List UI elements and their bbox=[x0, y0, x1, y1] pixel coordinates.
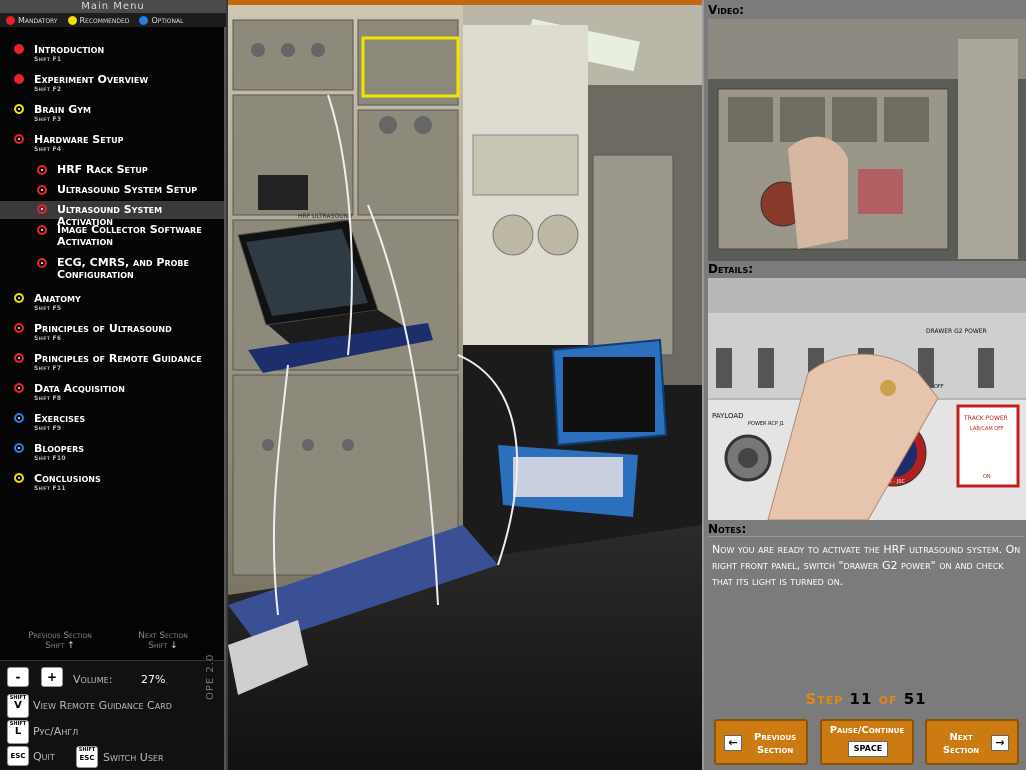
arrow-right-key-icon: → bbox=[991, 735, 1009, 751]
drawer-power-panel-photo: DRAWER G2 POWER PAYLOAD POWER RCP J1 NAS… bbox=[708, 278, 1026, 520]
next-section-button[interactable]: Next Section → bbox=[925, 719, 1019, 765]
switch-user-label[interactable]: Switch User bbox=[103, 751, 164, 764]
power-rcp-label: POWER RCP J1 bbox=[748, 421, 784, 427]
recommended-ring-icon bbox=[14, 104, 24, 114]
main-photo-area: HRF ULTRASOUND bbox=[228, 0, 702, 770]
previous-section-hint[interactable]: Previous Section Shift ↑ bbox=[10, 631, 110, 651]
next-section-hint[interactable]: Next Section Shift ↓ bbox=[113, 631, 213, 651]
submenu-item-image-collector-software-activation[interactable]: Image Collector Software Activation bbox=[0, 222, 224, 252]
hrf-ultrasound-label: HRF ULTRASOUND bbox=[298, 213, 353, 220]
video-header: Video: bbox=[708, 3, 744, 17]
view-card-key[interactable]: SHIFT V bbox=[7, 694, 29, 718]
arrow-up-icon: ↑ bbox=[67, 641, 75, 651]
version-label: OPE 2.0 bbox=[205, 653, 216, 700]
volume-down-button[interactable]: - bbox=[7, 667, 29, 687]
step-word: Step bbox=[805, 690, 844, 708]
video-frame bbox=[708, 19, 1026, 261]
step-of: of bbox=[878, 690, 898, 708]
mandatory-ring-icon bbox=[37, 185, 47, 195]
red-dot-icon bbox=[6, 15, 15, 25]
step-current: 11 bbox=[849, 690, 873, 708]
quit-key[interactable]: ESC bbox=[7, 746, 29, 766]
previous-section-button[interactable]: ← Previous Section bbox=[714, 719, 808, 765]
info-pane: Video: Details: DRAWER G2 POWER PAYLOAD … bbox=[702, 0, 1026, 770]
arrow-left-key-icon: ← bbox=[724, 735, 742, 751]
drawer-g2-power-label: DRAWER G2 POWER bbox=[926, 328, 987, 335]
notes-header: Notes: bbox=[708, 522, 1024, 537]
quit-label[interactable]: Quit bbox=[33, 750, 55, 763]
mandatory-ring-icon bbox=[14, 323, 24, 333]
section-shortcuts: Previous Section Shift ↑ Next Section Sh… bbox=[0, 631, 224, 657]
view-remote-guidance-card-label[interactable]: View Remote Guidance Card bbox=[33, 699, 172, 712]
optional-ring-icon bbox=[14, 443, 24, 453]
volume-value: 27% bbox=[141, 673, 166, 686]
yellow-dot-icon bbox=[67, 15, 77, 25]
hrf-rack-photo: HRF ULTRASOUND bbox=[228, 5, 702, 770]
details-image: DRAWER G2 POWER PAYLOAD POWER RCP J1 NAS… bbox=[708, 278, 1026, 520]
language-label[interactable]: Рус/Англ bbox=[33, 725, 78, 738]
off-label: OFF bbox=[934, 384, 944, 390]
mandatory-ring-icon bbox=[14, 353, 24, 363]
optional-ring-icon bbox=[14, 413, 24, 423]
language-key[interactable]: SHIFT L bbox=[7, 720, 29, 744]
on-label: ON bbox=[983, 474, 991, 480]
video-player[interactable] bbox=[708, 19, 1026, 261]
submenu-item-ecg-cmrs-probe-configuration[interactable]: ECG, CMRS, and Probe Configuration bbox=[0, 255, 224, 285]
main-menu: Main Menu Mandatory Recommended Optional… bbox=[0, 0, 226, 770]
submenu-item-ultrasound-system-activation[interactable]: Ultrasound System Activation bbox=[0, 201, 224, 228]
mandatory-ring-icon bbox=[37, 204, 47, 214]
priority-legend: Mandatory Recommended Optional bbox=[0, 13, 226, 27]
space-key: SPACE bbox=[848, 741, 888, 757]
notes-text: Now you are ready to activate the HRF ul… bbox=[712, 543, 1021, 588]
mandatory-ring-icon bbox=[14, 383, 24, 393]
step-counter: Step 11 of 51 bbox=[704, 690, 1026, 708]
legend-optional: Optional bbox=[139, 15, 183, 25]
details-header: Details: bbox=[708, 262, 754, 276]
mandatory-ring-icon bbox=[37, 258, 47, 268]
mandatory-ring-icon bbox=[37, 165, 47, 175]
legend-mandatory: Mandatory bbox=[6, 15, 58, 25]
mandatory-ring-icon bbox=[14, 134, 24, 144]
submenu-item-hrf-rack-setup[interactable]: HRF Rack Setup bbox=[0, 162, 224, 180]
arrow-down-icon: ↓ bbox=[170, 641, 178, 651]
control-panel: - + Volume: 27% SHIFT V View Remote Guida… bbox=[0, 660, 224, 770]
volume-up-button[interactable]: + bbox=[41, 667, 63, 687]
pause-continue-button[interactable]: Pause/Continue SPACE bbox=[820, 719, 914, 765]
lab-cam-off-label: LAB/CAM OFF bbox=[970, 426, 1004, 432]
step-total: 51 bbox=[903, 690, 927, 708]
mandatory-ring-icon bbox=[37, 225, 47, 235]
menu-title: Main Menu bbox=[0, 0, 226, 13]
switch-user-key[interactable]: SHIFT ESC bbox=[76, 746, 98, 768]
recommended-ring-icon bbox=[14, 293, 24, 303]
recommended-ring-icon bbox=[14, 473, 24, 483]
blue-dot-icon bbox=[139, 15, 149, 25]
mandatory-bullet-icon bbox=[14, 74, 24, 84]
legend-recommended: Recommended bbox=[67, 15, 129, 25]
volume-label: Volume: bbox=[73, 673, 113, 686]
track-power-label: TRACK POWER bbox=[963, 415, 1008, 422]
submenu-item-ultrasound-system-setup[interactable]: Ultrasound System Setup bbox=[0, 182, 224, 200]
mandatory-bullet-icon bbox=[14, 44, 24, 54]
payload-label: PAYLOAD bbox=[712, 412, 744, 420]
